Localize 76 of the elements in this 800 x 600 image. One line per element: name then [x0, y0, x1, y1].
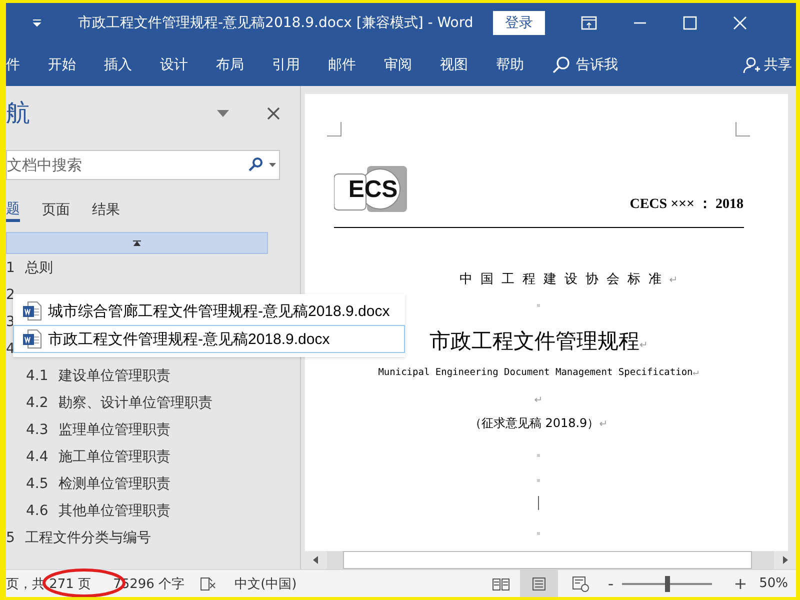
heading-item[interactable]: 建设单位管理职责 [58, 366, 170, 384]
pane-tab[interactable]: 结果 [92, 196, 120, 222]
sign-in-button[interactable]: 登录 [493, 11, 546, 35]
scrollbar-thumb[interactable] [343, 551, 752, 569]
logo: ECS [334, 165, 410, 213]
window-title: 市政工程文件管理规程-意见稿2018.9.docx [兼容模式] - Word [78, 14, 474, 32]
file-item[interactable]: 市政工程文件管理规程-意见稿2018.9.docx [13, 325, 405, 353]
pane-tab[interactable]: 页面 [42, 196, 70, 222]
heading-number[interactable]: 4.1 [26, 368, 48, 384]
zoom-in-button[interactable]: + [730, 574, 752, 593]
word-document-icon [22, 329, 42, 349]
file-item[interactable]: 城市综合管廊工程文件管理规程-意见稿2018.9.docx [13, 297, 405, 325]
paragraph-mark: ↵ [669, 275, 678, 286]
heading-item[interactable]: 检测单位管理职责 [58, 474, 170, 492]
print-layout-icon[interactable] [530, 576, 547, 590]
read-mode-icon[interactable] [492, 576, 510, 590]
heading-number[interactable]: 4 [6, 340, 15, 356]
standard-code: CECS ××× ： 2018 [630, 196, 744, 213]
zoom-out-button[interactable]: - [604, 574, 618, 593]
corner-mark-icon [735, 122, 750, 137]
heading-number[interactable]: 4.3 [26, 422, 48, 438]
language-indicator[interactable]: 中文(中国) [234, 574, 297, 592]
zoom-level[interactable]: 50% [759, 576, 788, 591]
english-title: Municipal Engineering Document Management Specification [378, 367, 693, 378]
quick-access-dropdown-icon[interactable] [32, 19, 42, 27]
share-button[interactable]: 共享 [761, 56, 796, 74]
ribbon-tab[interactable]: 插入 [104, 56, 132, 74]
heading-item[interactable]: 其他单位管理职责 [58, 502, 170, 520]
dropdown-arrow-icon[interactable] [269, 163, 276, 167]
ribbon-tab[interactable]: 布局 [216, 56, 244, 74]
close-icon[interactable] [267, 106, 280, 120]
heading-number[interactable]: 1 [6, 260, 15, 276]
person-add-icon [743, 56, 761, 74]
word-document-icon [22, 301, 42, 321]
heading-item[interactable]: 工程文件分类与编号 [24, 528, 151, 546]
corner-mark-icon [327, 122, 342, 137]
paragraph-mark: ↵ [640, 340, 648, 351]
tell-me-button[interactable]: 告诉我 [570, 56, 618, 74]
ribbon-tab[interactable]: 设计 [160, 56, 188, 74]
heading-number[interactable]: 4.6 [26, 502, 48, 518]
search-icon[interactable] [248, 157, 263, 172]
heading-number[interactable]: 4.4 [26, 448, 48, 464]
paragraph-mark: ↵ [599, 419, 608, 430]
ribbon-tab[interactable]: 引用 [272, 56, 300, 74]
heading-number[interactable]: 2 [6, 286, 15, 302]
search-field[interactable]: 文档中搜索 [6, 150, 280, 180]
draft-note: （征求意见稿 2018.9） [469, 416, 600, 430]
heading-number[interactable]: 4.2 [26, 394, 48, 410]
ribbon-tab[interactable]: 审阅 [384, 56, 412, 74]
heading-number[interactable]: 5 [6, 530, 15, 546]
heading-item[interactable]: 总则 [24, 258, 53, 276]
proofing-icon[interactable] [198, 576, 217, 592]
pane-tab[interactable]: 题 [6, 196, 20, 222]
maximize-icon[interactable] [683, 16, 698, 30]
ribbon-tab[interactable]: 视图 [440, 56, 468, 74]
standard-text: 中国工程建设协会标准 [459, 272, 670, 287]
page-count[interactable]: 页，共 271 页 [6, 574, 92, 592]
heading-item[interactable]: 监理单位管理职责 [58, 420, 170, 438]
ribbon-tab[interactable]: 开始 [48, 56, 76, 74]
heading-item[interactable]: 施工单位管理职责 [58, 448, 170, 466]
ribbon-tab[interactable]: 邮件 [328, 56, 356, 74]
paragraph-mark: ↵ [534, 395, 543, 406]
ribbon-display-options-icon[interactable] [581, 16, 598, 30]
paragraph-mark: ↵ [692, 367, 699, 378]
collapse-up-icon[interactable] [133, 240, 141, 246]
print-layout-button[interactable] [520, 570, 558, 597]
document-title: 市政工程文件管理规程 [430, 329, 640, 353]
ribbon-tab[interactable]: 帮助 [496, 56, 524, 74]
web-layout-icon[interactable] [572, 576, 590, 592]
pane-options-icon[interactable] [217, 110, 229, 116]
search-icon [552, 56, 570, 74]
pane-title: 航 [6, 98, 30, 129]
heading-item[interactable]: 勘察、设计单位管理职责 [58, 394, 212, 412]
ribbon-tab[interactable]: 件 [6, 56, 20, 74]
heading-number[interactable]: 4.5 [26, 476, 48, 492]
text-cursor [538, 496, 539, 510]
